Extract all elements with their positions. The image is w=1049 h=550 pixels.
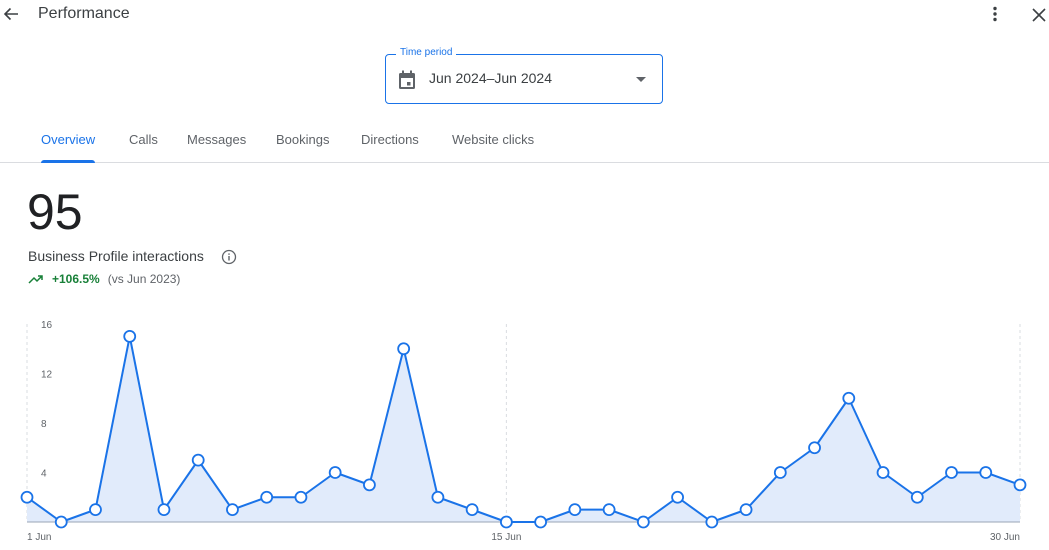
time-period-select[interactable]: Time period Jun 2024–Jun 2024 xyxy=(385,47,663,104)
tab-directions[interactable]: Directions xyxy=(361,132,419,163)
y-tick-label: 8 xyxy=(41,419,47,430)
interactions-chart: 4 8 12 16 1 Jun 15 Jun 30 Jun xyxy=(0,310,1049,550)
x-tick-label: 1 Jun xyxy=(27,532,51,543)
data-point[interactable] xyxy=(910,490,924,504)
trend-percentage: +106.5% xyxy=(52,272,100,286)
dropdown-caret-icon xyxy=(636,77,646,82)
data-point[interactable] xyxy=(671,490,684,504)
tab-website-clicks[interactable]: Website clicks xyxy=(452,132,534,163)
data-point[interactable] xyxy=(808,441,821,455)
data-point[interactable] xyxy=(465,503,479,517)
more-vert-icon xyxy=(993,6,997,22)
trending-up-icon xyxy=(28,275,43,284)
data-point[interactable] xyxy=(226,503,239,517)
tab-bar: Overview Calls Messages Bookings Directi… xyxy=(0,120,1049,163)
data-point[interactable] xyxy=(260,490,274,504)
tab-calls[interactable]: Calls xyxy=(129,132,158,163)
data-point[interactable] xyxy=(363,478,376,492)
time-period-value: Jun 2024–Jun 2024 xyxy=(429,70,552,86)
data-point[interactable] xyxy=(842,391,856,405)
chart-svg: 4 8 12 16 1 Jun 15 Jun 30 Jun xyxy=(20,320,1027,543)
data-point[interactable] xyxy=(636,515,650,529)
data-point[interactable] xyxy=(54,515,68,529)
data-point[interactable] xyxy=(534,515,548,529)
close-button[interactable] xyxy=(1028,4,1049,26)
trend-row: +106.5% (vs Jun 2023) xyxy=(28,272,180,286)
tab-bookings[interactable]: Bookings xyxy=(276,132,329,163)
data-point[interactable] xyxy=(20,490,34,504)
data-point[interactable] xyxy=(945,466,958,479)
data-point[interactable] xyxy=(157,503,171,517)
page-title: Performance xyxy=(38,5,130,22)
data-point[interactable] xyxy=(89,503,102,517)
x-tick-label: 30 Jun xyxy=(990,532,1020,543)
data-point[interactable] xyxy=(773,466,787,479)
metric-label: Business Profile interactions xyxy=(28,248,204,264)
arrow-left-icon xyxy=(3,7,18,21)
data-point[interactable] xyxy=(191,453,205,467)
tab-messages[interactable]: Messages xyxy=(187,132,246,163)
data-point[interactable] xyxy=(397,342,411,356)
total-interactions-value: 95 xyxy=(27,184,83,240)
y-tick-label: 12 xyxy=(41,370,53,381)
header: Performance xyxy=(0,0,1049,30)
data-point[interactable] xyxy=(1013,478,1027,492)
time-period-label: Time period xyxy=(396,47,457,58)
data-point[interactable] xyxy=(602,503,616,517)
y-tick-label: 4 xyxy=(41,469,47,480)
data-point[interactable] xyxy=(876,466,890,479)
data-point[interactable] xyxy=(328,466,342,479)
close-icon xyxy=(1032,8,1046,22)
more-options-button[interactable] xyxy=(984,3,1006,25)
y-tick-label: 16 xyxy=(41,320,53,331)
trend-comparison: (vs Jun 2023) xyxy=(107,272,181,286)
data-point[interactable] xyxy=(294,490,308,504)
data-point[interactable] xyxy=(979,466,993,479)
data-point[interactable] xyxy=(431,490,445,504)
data-point[interactable] xyxy=(739,503,753,517)
back-button[interactable] xyxy=(0,2,22,26)
data-point[interactable] xyxy=(568,503,582,517)
tab-overview[interactable]: Overview xyxy=(41,132,96,163)
data-point[interactable] xyxy=(705,515,719,529)
data-point[interactable] xyxy=(123,329,137,343)
area-fill xyxy=(27,336,1020,522)
calendar-icon xyxy=(399,70,415,89)
info-icon[interactable] xyxy=(221,249,237,265)
x-tick-label: 15 Jun xyxy=(491,532,521,543)
data-point[interactable] xyxy=(499,515,513,529)
